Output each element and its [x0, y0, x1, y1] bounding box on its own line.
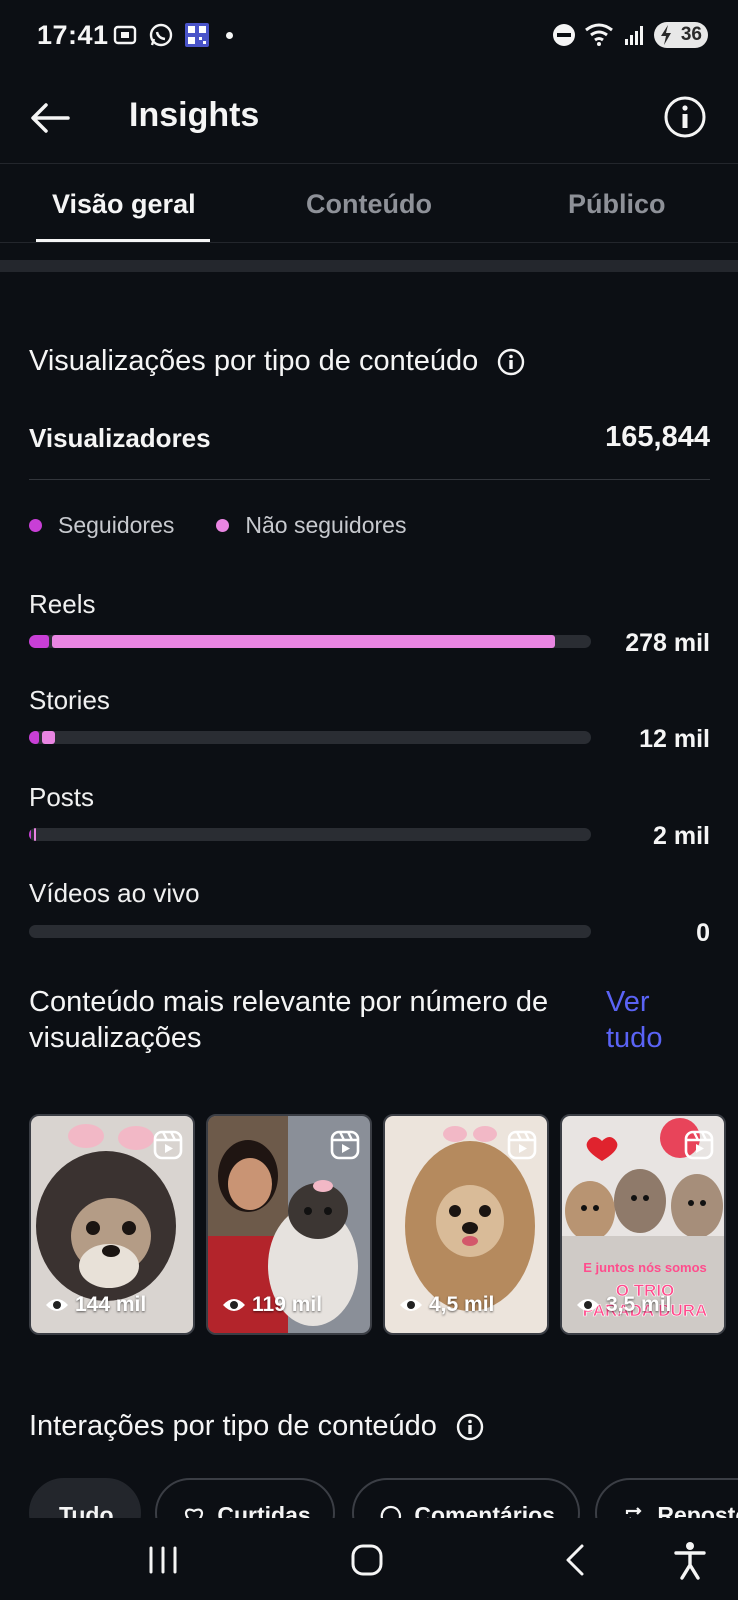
view-count: 119 mil: [222, 1293, 322, 1317]
view-count-value: 4,5 mil: [429, 1293, 495, 1316]
tab-bar: Visão geral Conteúdo Público: [0, 165, 738, 243]
content-thumbnail[interactable]: E juntos nós somos O TRIO PARADA DURA 3,…: [560, 1114, 726, 1335]
eye-icon: [46, 1299, 68, 1311]
dnd-icon: [553, 24, 575, 46]
chip-likes[interactable]: Curtidas: [155, 1478, 335, 1518]
see-all-link[interactable]: Ver tudo: [606, 984, 706, 1056]
chip-label: Comentários: [414, 1502, 555, 1518]
bar-track-live: [29, 925, 591, 938]
bar-fill-non-followers: [42, 731, 55, 744]
views-section-title-text: Visualizações por tipo de conteúdo: [29, 345, 479, 377]
whatsapp-icon: [149, 23, 173, 47]
section-divider: [0, 260, 738, 272]
screenshot-icon: [113, 25, 137, 45]
content-thumbnail[interactable]: 144 mil: [29, 1114, 195, 1335]
battery-indicator: 36: [654, 22, 708, 48]
more-notifications-dot: [226, 31, 233, 39]
views-section-title: Visualizações por tipo de conteúdo: [29, 345, 526, 378]
legend-dot: [29, 519, 42, 532]
legend-item-non-followers: Não seguidores: [216, 512, 406, 539]
reel-icon: [330, 1130, 360, 1160]
bar-track-posts: [29, 828, 591, 841]
metric-label-posts: Posts: [29, 782, 95, 812]
chip-reposts[interactable]: Repostos: [595, 1478, 738, 1518]
status-time: 17:41: [37, 20, 109, 50]
metric-value-reels: 278 mil: [625, 629, 710, 657]
metric-label-stories: Stories: [29, 685, 110, 715]
bar-fill-followers: [29, 828, 31, 841]
legend-label: Não seguidores: [245, 512, 407, 538]
chip-label: Repostos: [657, 1502, 738, 1518]
reel-icon: [153, 1130, 183, 1160]
app-header: Insights: [0, 72, 738, 164]
wifi-icon: [585, 23, 613, 46]
tab-content[interactable]: Conteúdo: [306, 189, 432, 220]
info-icon[interactable]: [455, 1412, 485, 1442]
metric-value-stories: 12 mil: [639, 725, 710, 753]
status-bar: 17:41 36: [0, 0, 738, 72]
view-count-value: 3,5 mil: [606, 1293, 672, 1316]
chip-comments[interactable]: Comentários: [352, 1478, 580, 1518]
view-count: 4,5 mil: [399, 1293, 494, 1317]
charging-bolt-icon: [661, 25, 671, 45]
active-tab-indicator: [36, 239, 210, 242]
legend-dot: [216, 519, 230, 532]
overlay-text-line-1: E juntos nós somos: [583, 1260, 707, 1275]
system-navigation-bar: [0, 1518, 738, 1600]
signal-icon: [625, 26, 643, 45]
viewers-row: Visualizadores 165,844: [29, 418, 710, 480]
eye-icon: [400, 1299, 422, 1311]
view-count-value: 144 mil: [75, 1293, 147, 1316]
bar-fill-non-followers: [34, 828, 36, 841]
tab-overview[interactable]: Visão geral: [52, 189, 196, 220]
viewers-value: 165,844: [605, 421, 710, 453]
legend-item-followers: Seguidores: [29, 512, 174, 539]
metric-value-live: 0: [696, 919, 710, 947]
page-title: Insights: [129, 96, 260, 134]
view-count: 3,5 mil: [576, 1293, 671, 1317]
view-count: 144 mil: [45, 1293, 146, 1317]
metric-label-reels: Reels: [29, 589, 96, 619]
chip-all[interactable]: Tudo: [29, 1478, 141, 1518]
bar-fill-non-followers: [52, 635, 555, 648]
bar-track-reels: [29, 635, 591, 648]
notification-icons: [112, 22, 233, 48]
interactions-section-title: Interações por tipo de conteúdo: [29, 1410, 485, 1443]
reel-icon: [507, 1130, 537, 1160]
tab-audience[interactable]: Público: [568, 189, 666, 220]
reel-icon: [684, 1130, 714, 1160]
battery-level: 36: [680, 24, 702, 45]
comment-icon: [380, 1505, 402, 1518]
content-thumbnail[interactable]: 119 mil: [206, 1114, 372, 1335]
bar-track-stories: [29, 731, 591, 744]
repost-icon: [625, 1507, 643, 1518]
viewers-label: Visualizadores: [29, 423, 211, 453]
accessibility-icon[interactable]: [668, 1538, 712, 1582]
bar-fill-followers: [29, 731, 39, 744]
interaction-filter-chips: Tudo Curtidas Comentários Repostos: [29, 1478, 738, 1518]
metric-value-posts: 2 mil: [653, 822, 710, 850]
view-count-value: 119 mil: [252, 1293, 323, 1316]
eye-icon: [577, 1299, 599, 1311]
content-thumbnail[interactable]: 4,5 mil: [383, 1114, 549, 1335]
home-icon[interactable]: [345, 1538, 389, 1582]
top-content-carousel: 144 mil 119 mil 4,5 mil E juntos nós som…: [29, 1114, 738, 1335]
legend-label: Seguidores: [58, 512, 175, 538]
system-icons: 36: [552, 22, 708, 48]
qr-code-icon: [185, 23, 209, 47]
back-arrow-icon[interactable]: [26, 94, 74, 142]
interactions-section-title-text: Interações por tipo de conteúdo: [29, 1410, 437, 1442]
heart-icon: [185, 1508, 203, 1518]
chart-legend: Seguidores Não seguidores: [29, 512, 406, 539]
metric-label-live: Vídeos ao vivo: [29, 878, 200, 908]
chip-label: Curtidas: [217, 1502, 311, 1518]
info-icon[interactable]: [496, 347, 526, 377]
eye-icon: [223, 1299, 245, 1311]
recent-apps-icon[interactable]: [141, 1538, 185, 1582]
info-icon[interactable]: [662, 94, 708, 140]
back-icon[interactable]: [554, 1538, 598, 1582]
top-content-title: Conteúdo mais relevante por número de vi…: [29, 986, 549, 1054]
bar-fill-followers: [29, 635, 49, 648]
chip-label: Tudo: [59, 1502, 114, 1518]
